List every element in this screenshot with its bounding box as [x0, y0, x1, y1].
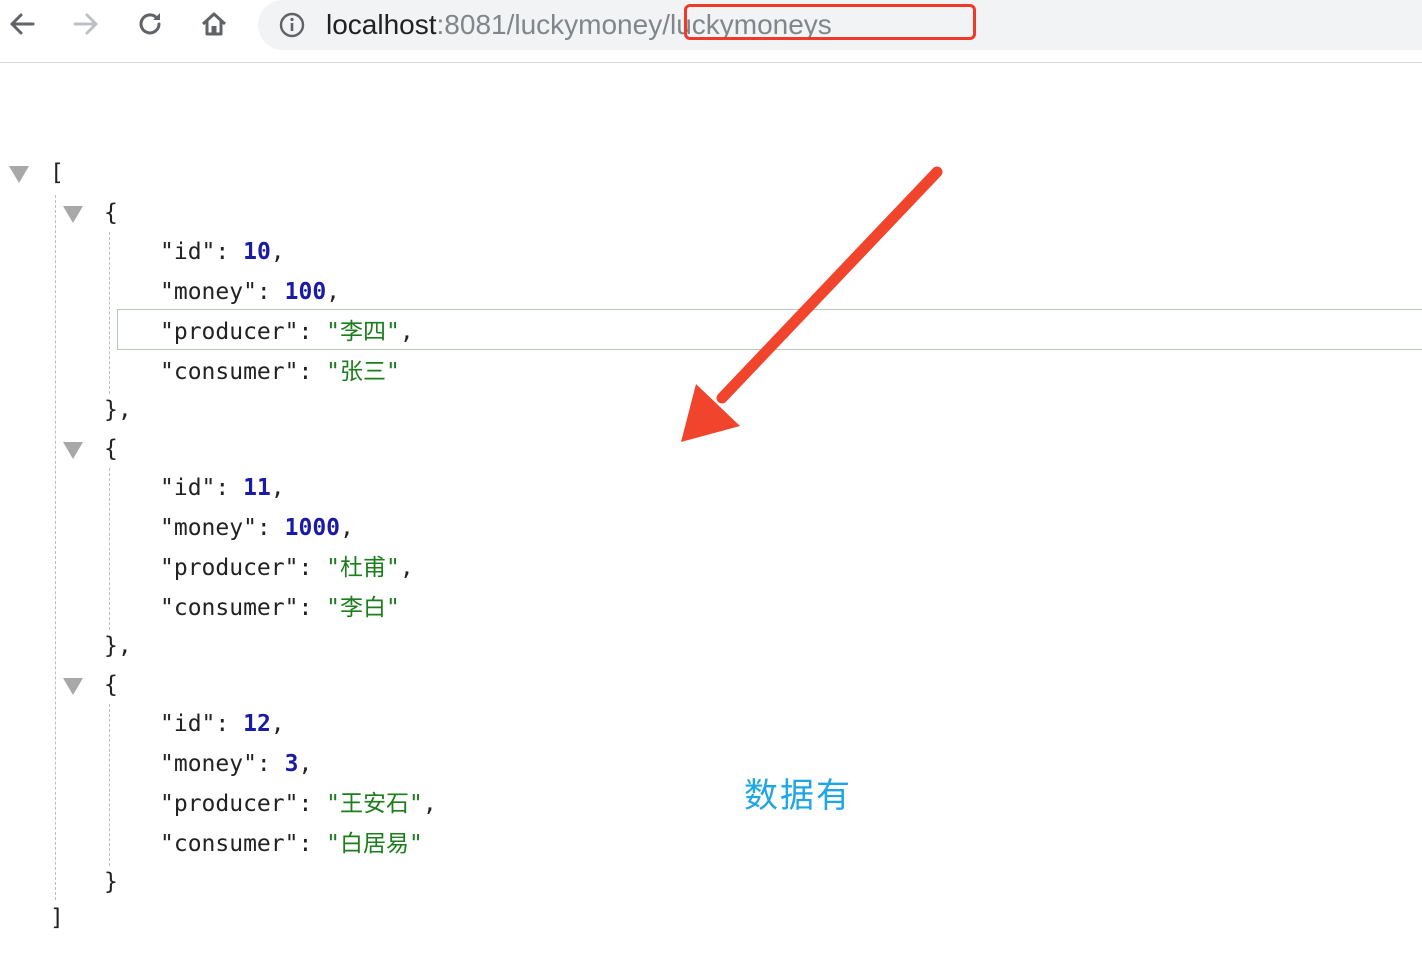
- object-open-brace: {: [104, 200, 118, 226]
- json-line: "id": 12,: [160, 708, 285, 740]
- json-string-value: "王安石": [326, 791, 423, 817]
- json-key: "id":: [160, 711, 244, 737]
- json-line: "consumer": "白居易": [160, 828, 423, 860]
- array-indent-guide: [55, 195, 56, 900]
- object-close-brace: },: [104, 633, 132, 659]
- object-indent-guide: [109, 468, 110, 630]
- json-comma: ,: [422, 791, 437, 817]
- json-comma: ,: [270, 239, 285, 265]
- json-key: "consumer":: [160, 831, 327, 857]
- json-number-value: 10: [243, 239, 271, 265]
- json-key: "money":: [160, 751, 285, 777]
- json-line: "producer": "杜甫",: [160, 552, 414, 584]
- json-key: "id":: [160, 239, 244, 265]
- json-line: "producer": "李四",: [160, 316, 414, 348]
- annotation-text: 数据有: [744, 776, 852, 816]
- object-open-brace: {: [104, 672, 118, 698]
- json-string-value: "白居易": [326, 831, 423, 857]
- object-indent-guide: [109, 232, 110, 394]
- json-string-value: "李白": [326, 595, 400, 621]
- json-line: "id": 11,: [160, 472, 285, 504]
- array-open-bracket: [: [50, 160, 64, 186]
- json-comma: ,: [340, 515, 354, 541]
- json-line: "consumer": "李白": [160, 592, 400, 624]
- json-key: "money":: [160, 515, 285, 541]
- json-comma: ,: [270, 475, 285, 501]
- object-close-brace: },: [104, 397, 132, 423]
- json-key: "money":: [160, 279, 285, 305]
- json-viewer: [ { "id": 10, "money": 100, "producer": …: [0, 0, 1422, 976]
- json-line: "consumer": "张三": [160, 356, 400, 388]
- json-comma: ,: [298, 751, 313, 777]
- object-indent-guide: [109, 704, 110, 866]
- json-line: "id": 10,: [160, 236, 285, 268]
- json-line: "money": 100,: [160, 276, 340, 308]
- json-comma: ,: [270, 711, 285, 737]
- json-comma: ,: [399, 555, 414, 581]
- json-line: "money": 3,: [160, 748, 312, 780]
- collapse-toggle-array[interactable]: [9, 166, 29, 183]
- json-number-value: 100: [284, 279, 327, 305]
- collapse-toggle-object[interactable]: [63, 442, 83, 459]
- json-key: "consumer":: [160, 359, 327, 385]
- json-number-value: 11: [243, 475, 271, 501]
- json-comma: ,: [399, 319, 414, 345]
- json-number-value: 3: [284, 751, 299, 777]
- json-string-value: "李四": [326, 319, 400, 345]
- json-key: "producer":: [160, 319, 327, 345]
- object-close-brace: }: [104, 869, 118, 895]
- object-open-brace: {: [104, 436, 118, 462]
- json-string-value: "张三": [326, 359, 400, 385]
- json-line: "producer": "王安石",: [160, 788, 437, 820]
- collapse-toggle-object[interactable]: [63, 206, 83, 223]
- json-key: "producer":: [160, 791, 327, 817]
- json-key: "id":: [160, 475, 244, 501]
- json-comma: ,: [326, 279, 341, 305]
- json-key: "producer":: [160, 555, 327, 581]
- array-close-bracket: ]: [50, 905, 64, 931]
- json-line: "money": 1000,: [160, 512, 354, 544]
- json-number-value: 12: [243, 711, 271, 737]
- json-key: "consumer":: [160, 595, 327, 621]
- json-number-value: 1000: [284, 515, 341, 541]
- json-string-value: "杜甫": [326, 555, 400, 581]
- collapse-toggle-object[interactable]: [63, 678, 83, 695]
